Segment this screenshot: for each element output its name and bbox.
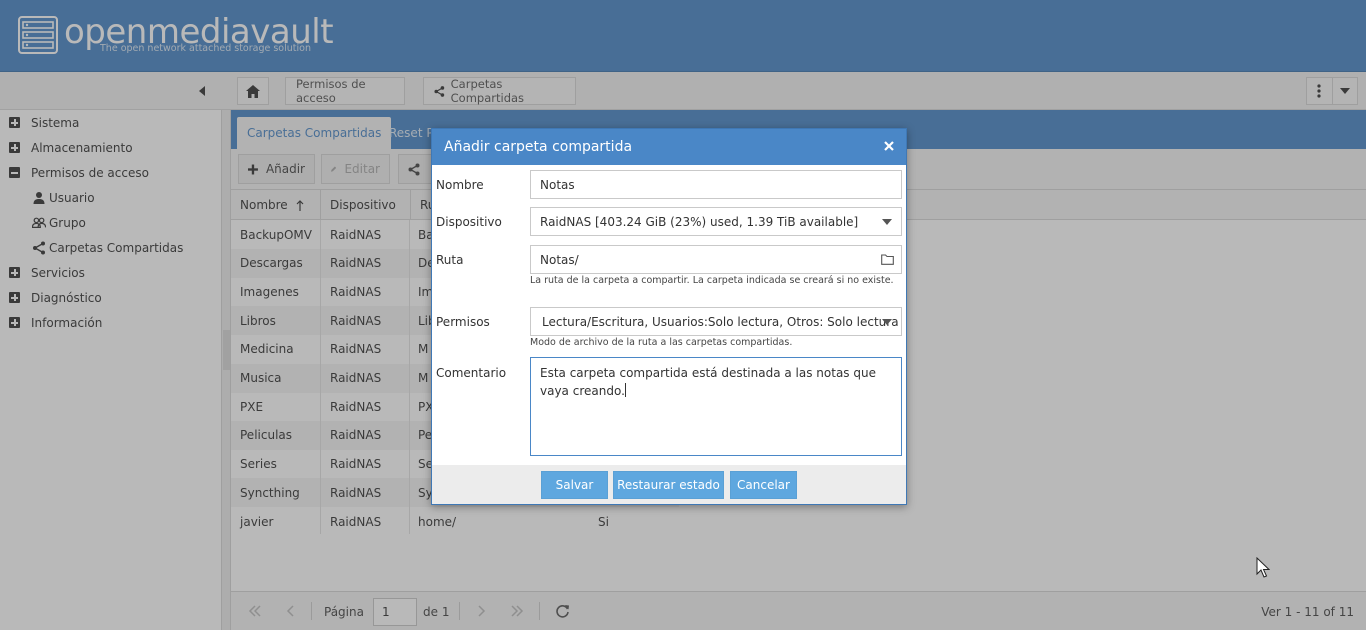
permissions-label: Permisos — [436, 315, 490, 329]
path-hint: La ruta de la carpeta a compartir. La ca… — [530, 275, 894, 286]
reset-button[interactable]: Restaurar estado — [613, 471, 724, 499]
path-field-value: Notas/ — [540, 252, 579, 267]
dialog-title-bar: Añadir carpeta compartida — [432, 129, 906, 165]
name-field-value: Notas — [540, 177, 575, 192]
cancel-button[interactable]: Cancelar — [730, 471, 797, 499]
folder-icon — [880, 254, 894, 265]
chevron-down-icon — [882, 218, 892, 225]
dialog-title: Añadir carpeta compartida — [444, 139, 633, 155]
save-button[interactable]: Salvar — [541, 471, 608, 499]
text-caret — [624, 383, 626, 397]
permissions-hint: Modo de archivo de la ruta a las carpeta… — [530, 337, 793, 348]
device-dropdown-trigger[interactable] — [873, 208, 901, 235]
permissions-select-value: Lectura/Escritura, Usuarios:Solo lectura… — [542, 314, 899, 329]
close-icon[interactable] — [882, 139, 896, 153]
chevron-down-icon — [882, 318, 892, 325]
name-label: Nombre — [436, 178, 484, 192]
mouse-cursor-icon — [1256, 557, 1270, 578]
path-label: Ruta — [436, 253, 464, 267]
comment-value: Esta carpeta compartida está destinada a… — [540, 366, 876, 398]
name-field[interactable]: Notas — [530, 170, 902, 199]
add-shared-folder-dialog: Añadir carpeta compartida Nombre Notas D… — [431, 128, 907, 505]
device-select-value: RaidNAS [403.24 GiB (23%) used, 1.39 TiB… — [540, 214, 859, 229]
comment-textarea[interactable]: Esta carpeta compartida está destinada a… — [530, 357, 902, 456]
dialog-footer: Salvar Restaurar estado Cancelar — [432, 465, 906, 504]
permissions-dropdown-trigger[interactable] — [873, 308, 901, 335]
path-field[interactable]: Notas/ — [530, 245, 902, 274]
comment-label: Comentario — [436, 366, 507, 380]
device-select[interactable]: RaidNAS [403.24 GiB (23%) used, 1.39 TiB… — [530, 207, 902, 236]
permissions-select[interactable]: Lectura/Escritura, Usuarios:Solo lectura… — [530, 307, 902, 336]
device-label: Dispositivo — [436, 215, 502, 229]
path-browse-trigger[interactable] — [873, 246, 901, 273]
